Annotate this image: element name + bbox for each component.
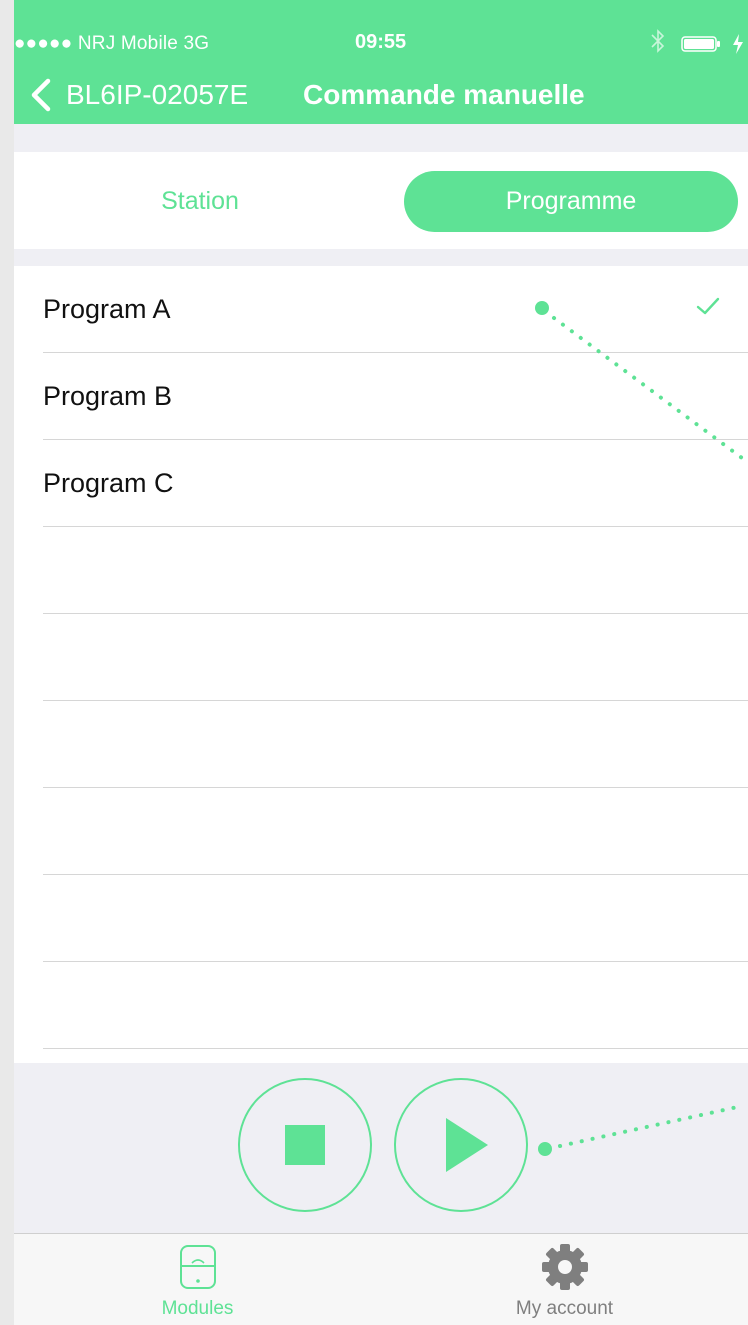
header: ●●●●● NRJ Mobile 3G 09:55 BL6IP-02057E C… [14,0,748,124]
status-bar: ●●●●● NRJ Mobile 3G 09:55 [14,12,748,54]
modules-icon [180,1245,216,1289]
back-button[interactable]: BL6IP-02057E [66,79,248,111]
tab-label: Modules [161,1298,234,1319]
segment-station[interactable]: Station [28,171,372,232]
clock: 09:55 [355,31,407,53]
charging-icon [733,34,743,54]
battery-icon [681,36,720,52]
control-bar [14,1063,748,1233]
back-chevron-icon[interactable] [28,78,54,112]
program-row-a[interactable]: Program A [43,266,748,353]
app-screen: ●●●●● NRJ Mobile 3G 09:55 BL6IP-02057E C… [14,0,748,1325]
bluetooth-icon [651,29,665,53]
play-icon [446,1118,488,1172]
list-item [43,962,748,1049]
list-item [43,701,748,788]
program-list: Program A Program B Program C [14,266,748,1063]
program-label: Program A [43,294,171,324]
checkmark-icon [696,297,720,315]
list-item [43,875,748,962]
stop-icon [285,1125,325,1165]
list-item [43,527,748,614]
stop-button[interactable] [238,1078,372,1212]
page-title: Commande manuelle [303,79,585,110]
gear-icon [542,1244,588,1290]
program-row-b[interactable]: Program B [43,353,748,440]
play-button[interactable] [394,1078,528,1212]
tab-my-account[interactable]: My account [381,1233,748,1325]
list-item [43,614,748,701]
segment-programme[interactable]: Programme [404,171,738,232]
program-label: Program B [43,381,173,411]
program-label: Program C [43,468,174,498]
program-row-c[interactable]: Program C [43,440,748,527]
carrier-label: ●●●●● NRJ Mobile 3G [14,33,210,54]
tab-modules[interactable]: Modules [14,1233,381,1325]
list-item [43,788,748,875]
tab-label: My account [515,1298,614,1319]
